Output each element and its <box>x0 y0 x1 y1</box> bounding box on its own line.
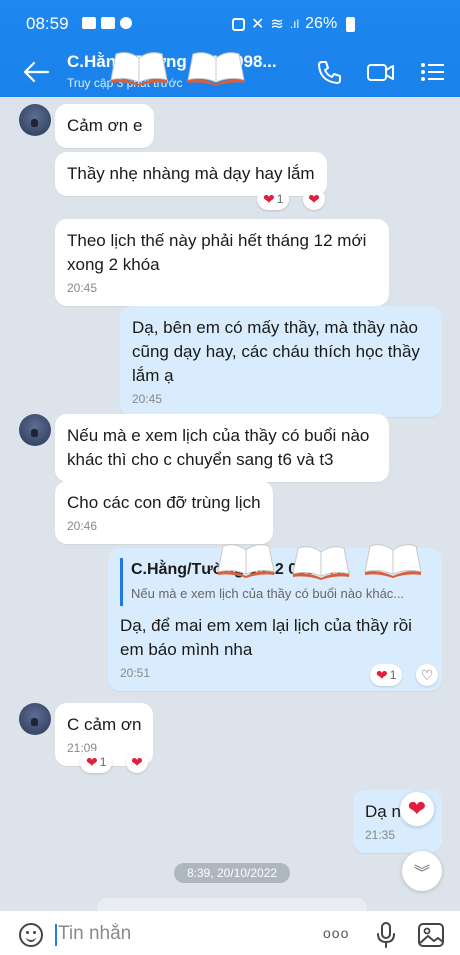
react-heart-button[interactable]: ❤ <box>126 751 148 773</box>
reaction-badge[interactable]: ❤ 1 <box>257 188 290 210</box>
battery-level: 26% <box>305 15 338 32</box>
message-text: Dạ, bên em có mấy thầy, mà thầy nào <box>132 318 418 337</box>
react-heart-button[interactable]: ❤ <box>303 188 325 210</box>
message-bubble[interactable]: Thầy nhẹ nhàng mà dạy hay lắm <box>55 152 327 196</box>
react-heart-outline-button[interactable]: ♡ <box>416 664 438 686</box>
message-text: Cho các con đỡ trùng lịch <box>67 493 261 512</box>
notification-dot-icon <box>120 17 132 29</box>
scroll-to-bottom-button[interactable]: ︾ <box>402 851 442 891</box>
message-bubble[interactable]: Theo lịch thế này phải hết tháng 12 mới … <box>55 219 389 306</box>
open-book-sticker-icon <box>217 544 275 578</box>
message-bubble[interactable]: Cảm ơn e <box>55 104 155 148</box>
message-text: cũng dạy hay, các cháu thích học thầy <box>132 342 420 361</box>
double-chevron-down-icon: ︾ <box>413 865 430 882</box>
message-text: Cảm ơn e <box>67 116 143 135</box>
contact-avatar[interactable] <box>19 703 51 735</box>
phone-call-icon[interactable] <box>314 58 344 86</box>
status-indicators: ✕ ≋ .ıl 26% <box>232 14 356 34</box>
message-text: Thầy nhẹ nhàng mà dạy hay lắm <box>67 164 315 183</box>
quoted-text: Nếu mà e xem lịch của thầy có buổi nào k… <box>131 586 405 601</box>
text-caret <box>55 924 57 946</box>
contact-avatar[interactable] <box>19 414 51 446</box>
message-time: 20:46 <box>67 519 98 533</box>
heart-icon: ❤ <box>376 667 388 683</box>
message-text: xong 2 khóa <box>67 255 160 274</box>
message-bubble[interactable]: Nếu mà e xem lịch của thầy có buổi nào k… <box>55 414 389 482</box>
video-call-icon[interactable] <box>366 58 396 86</box>
message-text: khác thì cho c chuyển sang t6 và t3 <box>67 450 334 469</box>
composer-bar: ooo <box>0 911 460 955</box>
message-text: Nếu mà e xem lịch của thầy có buổi nào <box>67 426 370 445</box>
message-input[interactable] <box>58 919 298 949</box>
more-options-icon[interactable]: ooo <box>323 925 349 941</box>
date-separator: 8:39, 20/10/2022 <box>174 863 290 883</box>
open-book-sticker-icon <box>110 52 168 86</box>
open-book-sticker-icon <box>292 546 350 580</box>
open-book-sticker-icon <box>364 544 422 578</box>
reaction-count: 1 <box>276 192 284 206</box>
emoji-icon[interactable] <box>19 923 43 947</box>
gallery-notification-icon <box>82 17 96 29</box>
heart-outline-icon: ♡ <box>420 667 434 683</box>
message-bubble-partial <box>97 898 367 912</box>
message-text: lắm ạ <box>132 366 174 385</box>
reaction-count: 1 <box>99 755 107 769</box>
contact-avatar[interactable] <box>19 104 51 136</box>
quick-heart-button[interactable]: ❤ <box>400 792 434 826</box>
reaction-badge[interactable]: ❤ 1 <box>80 751 113 773</box>
battery-icon <box>346 16 356 32</box>
message-text: Dạ, để mai em xem lại lịch của thầy rồi <box>120 616 412 635</box>
status-time: 08:59 <box>26 14 69 33</box>
message-text: C cảm ơn <box>67 715 142 734</box>
message-time: 20:45 <box>132 392 163 406</box>
message-bubble[interactable]: Cho các con đỡ trùng lịch 20:46 <box>55 481 273 544</box>
menu-list-icon[interactable] <box>418 58 448 86</box>
sync-icon <box>232 17 245 31</box>
zalo-notification-icon <box>101 17 115 29</box>
my-message-bubble[interactable]: Dạ, bên em có mấy thầy, mà thầy nào cũng… <box>120 306 442 417</box>
status-bar: 08:59 ✕ ≋ .ıl 26% <box>0 0 460 42</box>
image-gallery-icon[interactable] <box>417 922 445 948</box>
message-time: 20:45 <box>67 281 98 295</box>
heart-icon: ❤ <box>86 754 98 770</box>
heart-icon: ❤ <box>407 796 427 821</box>
reaction-badge[interactable]: ❤ 1 <box>370 664 403 686</box>
message-time: 21:35 <box>365 828 396 842</box>
microphone-icon[interactable] <box>376 921 396 949</box>
back-arrow-icon[interactable] <box>22 60 50 84</box>
reaction-count: 1 <box>389 668 397 682</box>
message-text: em báo mình nha <box>120 640 253 659</box>
heart-icon: ❤ <box>131 754 143 770</box>
heart-icon: ❤ <box>308 191 320 207</box>
wifi-icon: ≋ <box>270 16 284 33</box>
heart-icon: ❤ <box>263 191 275 207</box>
message-text: Theo lịch thế này phải hết tháng 12 mới <box>67 231 367 250</box>
mute-icon: ✕ <box>251 16 265 33</box>
signal-icon: .ıl <box>289 17 300 31</box>
open-book-sticker-icon <box>187 52 245 86</box>
